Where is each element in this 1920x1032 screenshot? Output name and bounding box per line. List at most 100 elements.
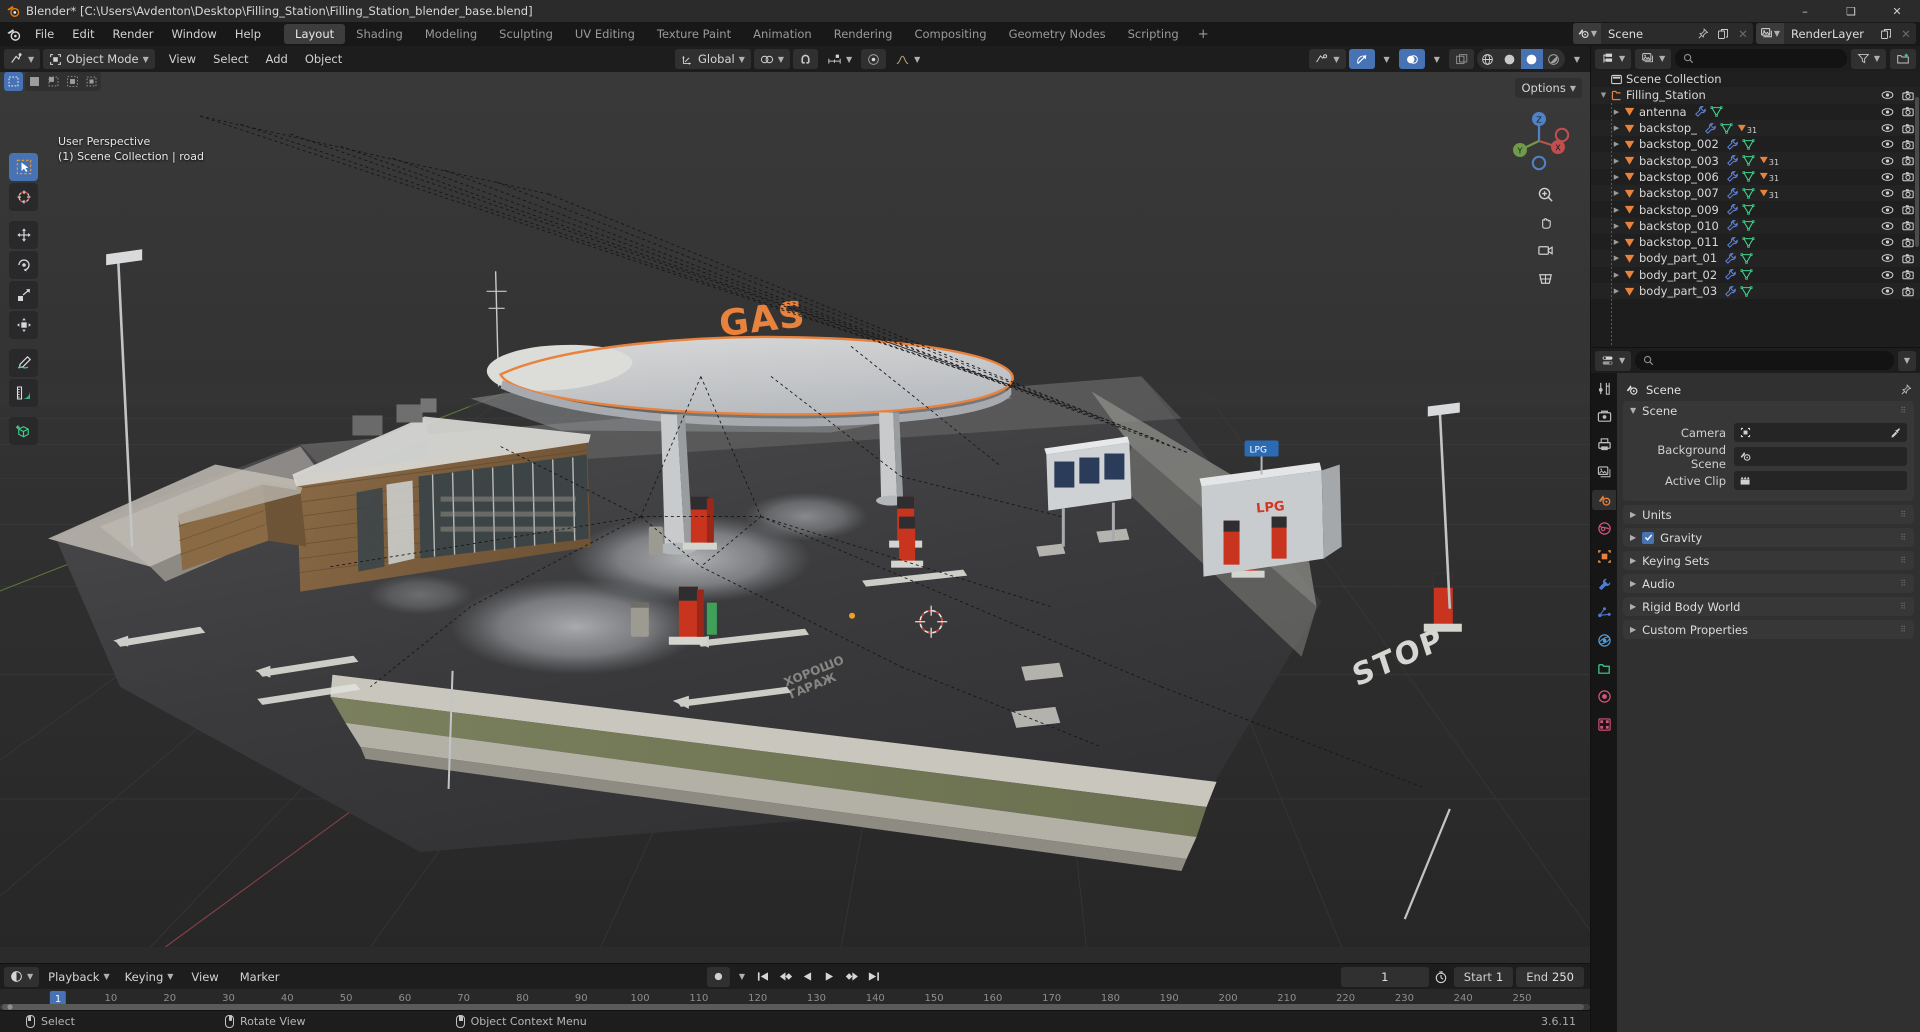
modifier-icon[interactable]: [1724, 252, 1737, 265]
outliner-display-mode-selector[interactable]: ▼: [1635, 48, 1672, 69]
modifier-icon[interactable]: [1726, 154, 1739, 167]
camera-view-icon[interactable]: [1535, 240, 1556, 261]
gizmo-toggle[interactable]: [1348, 49, 1375, 69]
auto-keying-toggle[interactable]: [706, 966, 730, 987]
outliner-row-object[interactable]: ▶ body_part_03: [1591, 282, 1920, 300]
properties-editor-type-selector[interactable]: ▼: [1595, 350, 1632, 371]
menu-help[interactable]: Help: [226, 25, 270, 43]
workspace-tab-uv-editing[interactable]: UV Editing: [564, 24, 646, 44]
properties-search-input[interactable]: [1635, 351, 1894, 370]
disable-in-renders-icon[interactable]: [1902, 155, 1914, 166]
object-data-count-icon[interactable]: 31: [1736, 122, 1757, 135]
zoom-view-icon[interactable]: [1535, 184, 1556, 205]
outliner-filter-button[interactable]: ▼: [1850, 48, 1886, 69]
workspace-tab-compositing[interactable]: Compositing: [903, 24, 997, 44]
start-frame-field[interactable]: Start 1: [1453, 966, 1514, 987]
end-frame-field[interactable]: End 250: [1516, 966, 1584, 987]
outliner-row-object[interactable]: ▶ backstop_006 31: [1591, 168, 1920, 186]
mesh-data-icon[interactable]: [1740, 268, 1753, 281]
panel-rigid-body-world-grip[interactable]: ⠿: [1900, 602, 1907, 611]
tab-object[interactable]: [1592, 546, 1616, 566]
menu-window[interactable]: Window: [162, 25, 225, 43]
next-keyframe-button[interactable]: [842, 967, 861, 987]
filter-icon-2[interactable]: [44, 72, 63, 91]
new-collection-button[interactable]: [1890, 48, 1916, 69]
disable-in-renders-icon[interactable]: [1902, 237, 1914, 248]
menu-render[interactable]: Render: [104, 25, 163, 43]
visibility-selector[interactable]: ▼: [1309, 49, 1346, 69]
add-workspace-button[interactable]: +: [1190, 27, 1217, 42]
panel-custom-properties-header[interactable]: ▶ Custom Properties ⠿: [1623, 620, 1914, 639]
workspace-tab-texture-paint[interactable]: Texture Paint: [646, 24, 742, 44]
workspace-tab-scripting[interactable]: Scripting: [1117, 24, 1190, 44]
panel-gravity-header[interactable]: ▶ Gravity ⠿: [1623, 528, 1914, 547]
modifier-icon[interactable]: [1704, 122, 1717, 135]
mesh-data-icon[interactable]: [1720, 122, 1733, 135]
overlays-toggle[interactable]: [1398, 49, 1425, 69]
scene-selector[interactable]: ▼ Scene ✕: [1573, 23, 1753, 44]
delete-view-layer-icon[interactable]: ✕: [1896, 27, 1916, 41]
menu-edit[interactable]: Edit: [63, 25, 103, 43]
tool-annotate[interactable]: [9, 349, 38, 377]
outliner-row-object[interactable]: ▶ backstop_003 31: [1591, 152, 1920, 169]
outliner-tree[interactable]: Scene Collection ▼ Filling_Station ▶ ant…: [1591, 71, 1920, 347]
shading-settings-selector[interactable]: ▼: [1568, 49, 1586, 69]
outliner-row-object[interactable]: ▶ backstop_ 31: [1591, 119, 1920, 137]
delete-scene-icon[interactable]: ✕: [1733, 27, 1753, 41]
snap-settings-selector[interactable]: ▼: [821, 49, 858, 69]
navigation-gizmo[interactable]: Z Y X: [1506, 108, 1572, 174]
tab-scene[interactable]: [1592, 490, 1616, 510]
new-view-layer-icon[interactable]: [1876, 28, 1896, 40]
pin-scene-icon[interactable]: [1693, 27, 1713, 40]
tab-object-constraints[interactable]: [1592, 658, 1616, 678]
select-mode-group[interactable]: [4, 72, 23, 91]
hide-in-viewport-icon[interactable]: [1881, 90, 1894, 100]
timeline-menu-keying[interactable]: Keying ▼: [119, 967, 180, 987]
disable-in-renders-icon[interactable]: [1902, 106, 1914, 117]
tab-physics[interactable]: [1592, 630, 1616, 650]
mesh-data-icon[interactable]: [1742, 138, 1755, 151]
panel-scene-header[interactable]: ▼ Scene ⠿: [1623, 401, 1914, 420]
modifier-icon[interactable]: [1726, 187, 1739, 200]
background-scene-field[interactable]: [1734, 447, 1907, 466]
previous-keyframe-button[interactable]: [776, 967, 795, 987]
auto-keying-settings-selector[interactable]: ▼: [733, 967, 751, 987]
outliner-row-scene-collection[interactable]: Scene Collection: [1591, 71, 1920, 88]
timeline-editor-type-selector[interactable]: ▼: [4, 966, 40, 987]
outliner-row-object[interactable]: ▶ backstop_009: [1591, 201, 1920, 218]
gizmo-settings-selector[interactable]: ▼: [1378, 49, 1396, 69]
workspace-tab-geometry-nodes[interactable]: Geometry Nodes: [998, 24, 1117, 44]
mesh-data-icon[interactable]: [1710, 105, 1723, 118]
tab-render[interactable]: [1592, 406, 1616, 426]
workspace-tab-sculpting[interactable]: Sculpting: [488, 24, 564, 44]
disable-in-renders-icon[interactable]: [1902, 220, 1914, 231]
mesh-data-icon[interactable]: [1742, 187, 1755, 200]
outliner-scrollbar[interactable]: [1915, 97, 1919, 247]
hide-in-viewport-icon[interactable]: [1881, 205, 1894, 215]
pin-properties-icon[interactable]: [1900, 384, 1912, 396]
minimize-button[interactable]: –: [1782, 0, 1828, 22]
workspace-tab-shading[interactable]: Shading: [345, 24, 414, 44]
panel-custom-properties-grip[interactable]: ⠿: [1900, 625, 1907, 634]
modifier-icon[interactable]: [1694, 105, 1707, 118]
filter-icon-3[interactable]: [63, 72, 82, 91]
disable-in-renders-icon[interactable]: [1902, 286, 1914, 297]
panel-units-header[interactable]: ▶ Units ⠿: [1623, 505, 1914, 524]
maximize-button[interactable]: ❑: [1828, 0, 1874, 22]
shading-solid[interactable]: [1499, 49, 1521, 69]
hide-in-viewport-icon[interactable]: [1881, 139, 1894, 149]
pan-view-icon[interactable]: [1535, 212, 1556, 233]
outliner-row-object[interactable]: ▶ backstop_002: [1591, 136, 1920, 153]
mesh-data-icon[interactable]: [1742, 219, 1755, 232]
new-scene-icon[interactable]: [1713, 28, 1733, 40]
disable-in-renders-icon[interactable]: [1902, 171, 1914, 182]
timeline-horizontal-scrollbar[interactable]: [0, 1003, 1590, 1011]
hide-in-viewport-icon[interactable]: [1881, 286, 1894, 296]
view-layer-selector[interactable]: ▼ RenderLayer ✕: [1756, 23, 1916, 44]
current-frame-field[interactable]: 1: [1340, 966, 1429, 987]
disable-in-renders-icon[interactable]: [1902, 90, 1914, 101]
outliner-row-object[interactable]: ▶ backstop_010: [1591, 217, 1920, 234]
tool-rotate[interactable]: [9, 251, 38, 279]
hide-in-viewport-icon[interactable]: [1881, 221, 1894, 231]
modifier-icon[interactable]: [1724, 268, 1737, 281]
